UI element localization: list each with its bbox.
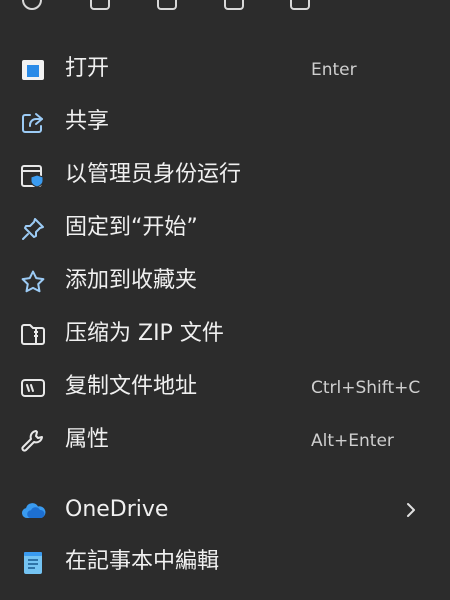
menu-item-pin-to-start[interactable]: 固定到“开始” — [0, 204, 450, 252]
copy-icon[interactable] — [90, 0, 110, 10]
menu-item-onedrive[interactable]: OneDrive — [0, 486, 450, 534]
context-menu: 打开 Enter 共享 以管理员身份运行 固定到“开始” 添加到收藏夹 压缩为 … — [0, 0, 450, 600]
menu-item-label: 压缩为 ZIP 文件 — [65, 321, 224, 346]
shortcut-text: Ctrl+Shift+C — [311, 378, 421, 398]
menu-item-add-favorites[interactable]: 添加到收藏夹 — [0, 257, 450, 305]
menu-item-run-as-admin[interactable]: 以管理员身份运行 — [0, 151, 450, 199]
zip-folder-icon — [20, 322, 46, 348]
star-icon — [20, 269, 46, 295]
menu-item-label: 以管理员身份运行 — [65, 162, 242, 187]
paste-icon[interactable] — [157, 0, 177, 10]
notepad-icon — [20, 550, 46, 576]
menu-item-edit-in-notepad[interactable]: 在記事本中編輯 — [0, 538, 450, 586]
menu-item-label: 添加到收藏夹 — [65, 268, 198, 293]
menu-item-properties[interactable]: 属性 Alt+Enter — [0, 416, 450, 464]
menu-item-compress-zip[interactable]: 压缩为 ZIP 文件 — [0, 310, 450, 358]
shortcut-text: Alt+Enter — [311, 431, 394, 451]
path-icon — [20, 375, 46, 401]
pin-icon — [20, 216, 46, 242]
shortcut-text: Enter — [311, 60, 357, 80]
menu-item-open[interactable]: 打开 Enter — [0, 45, 450, 93]
menu-item-copy-path[interactable]: 复制文件地址 Ctrl+Shift+C — [0, 363, 450, 411]
chevron-right-icon — [402, 500, 420, 520]
cut-icon[interactable] — [22, 0, 42, 10]
menu-item-label: 固定到“开始” — [65, 215, 198, 240]
shield-window-icon — [20, 163, 46, 189]
menu-item-share[interactable]: 共享 — [0, 98, 450, 146]
menu-item-label: 共享 — [65, 109, 110, 134]
quick-actions-row — [0, 0, 450, 16]
menu-item-label: OneDrive — [65, 497, 169, 522]
menu-item-label: 属性 — [65, 427, 110, 452]
menu-item-label: 在記事本中編輯 — [65, 549, 220, 574]
menu-item-label: 打开 — [65, 56, 110, 81]
wrench-icon — [20, 428, 46, 454]
delete-icon[interactable] — [290, 0, 310, 10]
rename-icon[interactable] — [224, 0, 244, 10]
open-window-icon — [20, 57, 46, 83]
menu-item-label: 复制文件地址 — [65, 374, 198, 399]
share-icon — [20, 110, 46, 136]
onedrive-cloud-icon — [20, 498, 46, 524]
